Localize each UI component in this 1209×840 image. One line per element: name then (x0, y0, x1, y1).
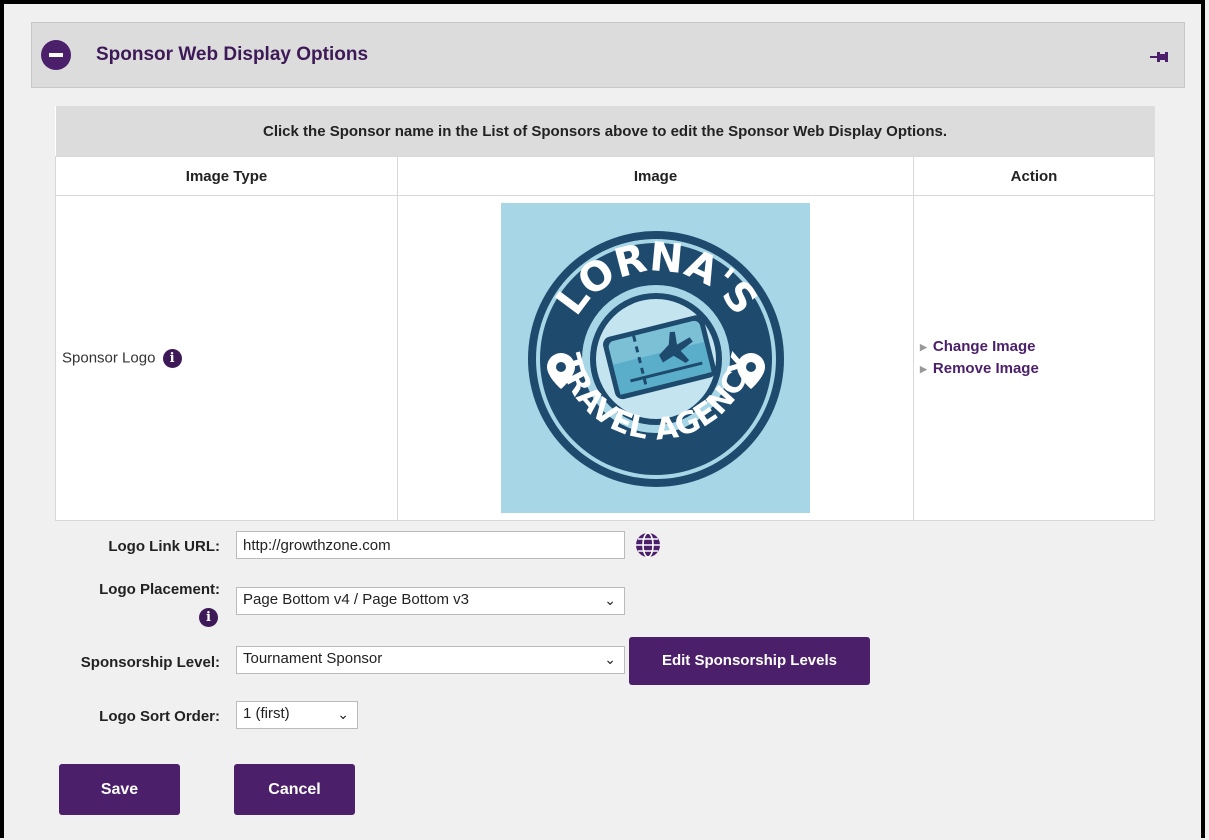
globe-icon[interactable] (635, 532, 661, 558)
panel-header[interactable]: Sponsor Web Display Options (31, 22, 1185, 88)
chevron-down-icon: ⌄ (604, 651, 616, 667)
remove-image-label: Remove Image (932, 360, 1039, 377)
info-icon[interactable]: i (162, 348, 182, 368)
change-image-label: Change Image (932, 337, 1036, 355)
save-button[interactable]: Save (59, 764, 180, 815)
chevron-down-icon: ⌄ (604, 592, 616, 608)
chevron-down-icon: ⌄ (337, 706, 349, 722)
table-row: Sponsor Logo i LORNA'S RAVEL AGENC ▶ Cha… (55, 195, 1156, 521)
change-image-link[interactable]: ▶ Change Image (920, 336, 1153, 358)
pin-icon[interactable] (1150, 51, 1168, 63)
image-table: Click the Sponsor name in the List of Sp… (55, 106, 1156, 521)
image-type-label: Sponsor Logo (62, 348, 156, 366)
cancel-button[interactable]: Cancel (234, 764, 355, 815)
logo-placement-value: Page Bottom v4 / Page Bottom v3 (243, 591, 469, 608)
image-type-cell: Sponsor Logo i (55, 195, 398, 521)
logo-link-input[interactable] (236, 531, 625, 559)
triangle-right-icon: ▶ (920, 364, 927, 375)
lornas-logo: LORNA'S TRAVEL AGENCY (528, 231, 784, 487)
header-image: Image (397, 156, 914, 196)
triangle-right-icon: ▶ (920, 342, 927, 352)
logo-sort-order-label: Logo Sort Order: (99, 708, 220, 725)
sponsorship-level-value: Tournament Sponsor (243, 650, 383, 667)
logo-sort-order-value: 1 (first) (243, 705, 290, 722)
sponsor-logo-image: LORNA'S TRAVEL AGENCY (501, 203, 810, 513)
table-note: Click the Sponsor name in the List of Sp… (55, 106, 1155, 157)
logo-link-label: Logo Link URL: (108, 538, 220, 555)
image-cell: LORNA'S TRAVEL AGENCY (397, 195, 914, 521)
header-action: Action (912, 156, 1156, 196)
collapse-icon[interactable] (41, 40, 71, 70)
sponsorship-level-select[interactable]: Tournament Sponsor ⌄ (236, 646, 625, 674)
placement-info-icon[interactable]: i (199, 608, 218, 627)
sponsorship-level-label: Sponsorship Level: (80, 654, 220, 671)
logo-sort-order-select[interactable]: 1 (first) ⌄ (236, 701, 358, 729)
header-image-type: Image Type (55, 156, 398, 196)
edit-sponsorship-levels-button[interactable]: Edit Sponsorship Levels (629, 637, 870, 685)
logo-placement-select[interactable]: Page Bottom v4 / Page Bottom v3 ⌄ (236, 587, 625, 615)
panel-title: Sponsor Web Display Options (96, 44, 369, 65)
action-cell: ▶ Change Image ▶ Remove Image (912, 195, 1156, 521)
logo-placement-label: Logo Placement: (99, 581, 220, 598)
remove-image-link[interactable]: ▶ Remove Image (920, 358, 1153, 380)
